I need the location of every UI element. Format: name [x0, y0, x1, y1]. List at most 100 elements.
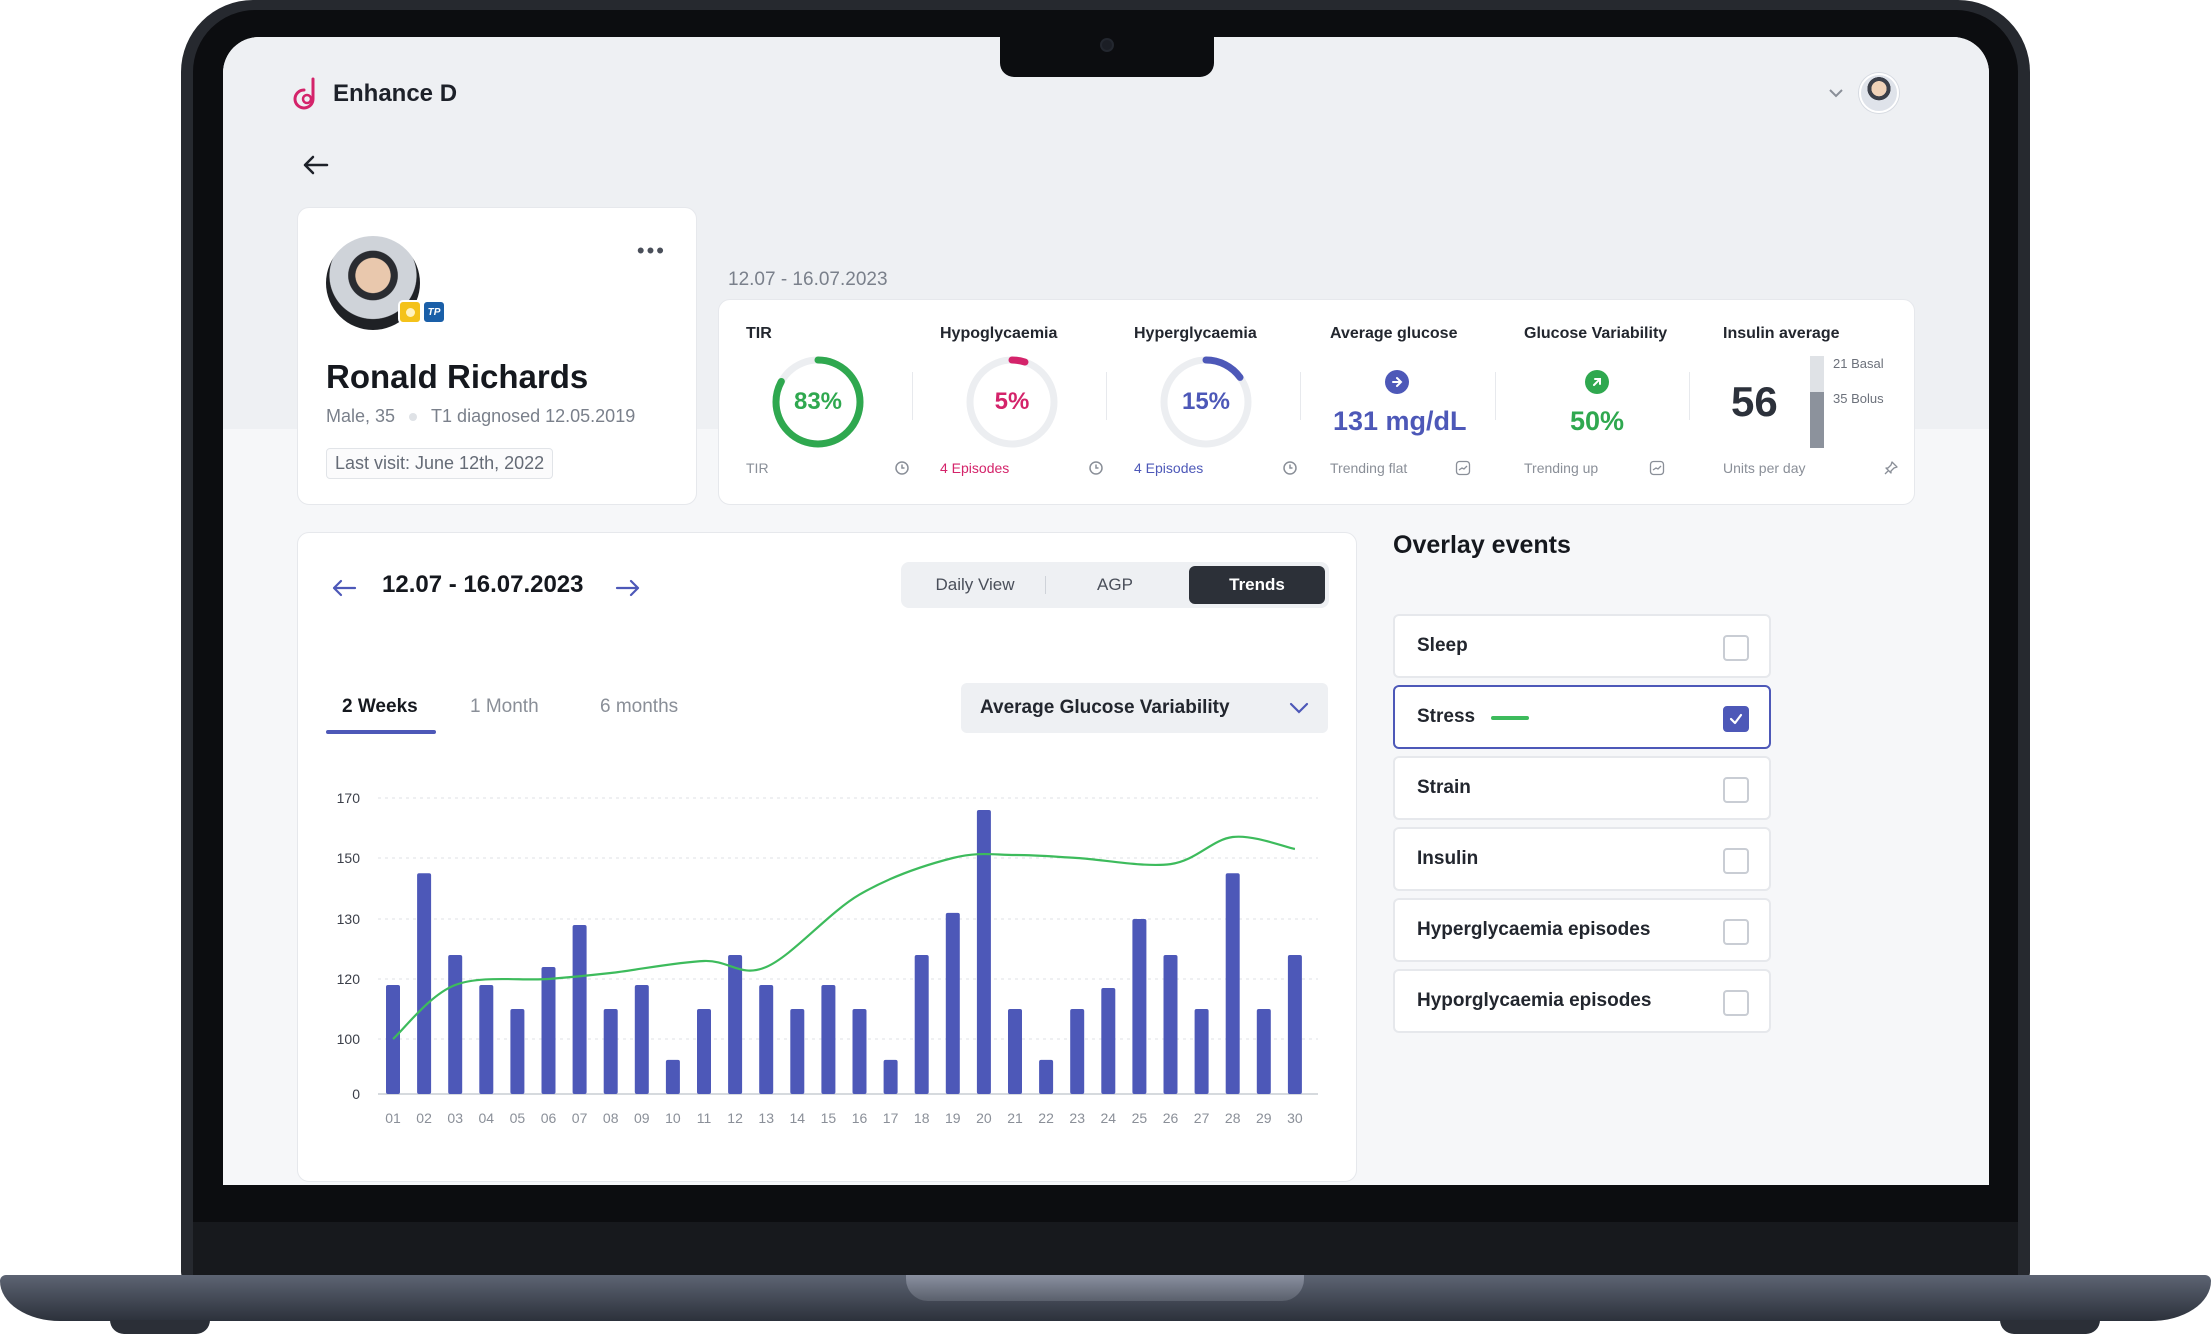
x-tick-label: 05: [510, 1110, 526, 1126]
tir-value: 83%: [793, 388, 843, 415]
stat-var-title: Glucose Variability: [1524, 325, 1668, 342]
bar-day-17: [883, 1059, 898, 1094]
overlay-item-hyperglycaemia-episodes[interactable]: Hyperglycaemia episodes: [1393, 898, 1771, 962]
pin-icon[interactable]: [1883, 460, 1899, 476]
bar-day-30: [1287, 955, 1302, 1094]
x-tick-label: 26: [1163, 1110, 1179, 1126]
overlay-item-strain[interactable]: Strain: [1393, 756, 1771, 820]
trends-chart-card: 12.07 - 16.07.2023 Daily View AGP Trends…: [297, 532, 1357, 1182]
overlay-checkbox[interactable]: [1723, 635, 1749, 661]
y-tick-label: 130: [337, 911, 361, 927]
overlay-checkbox[interactable]: [1723, 848, 1749, 874]
insulin-value: 56: [1731, 378, 1778, 425]
x-tick-label: 03: [447, 1110, 463, 1126]
patient-diagnosis: T1 diagnosed 12.05.2019: [431, 406, 636, 426]
x-tick-label: 13: [758, 1110, 774, 1126]
stat-hyper-title: Hyperglycaemia: [1134, 325, 1257, 342]
check-icon: [1729, 713, 1743, 725]
clock-icon[interactable]: [894, 460, 910, 476]
trend-chart-icon[interactable]: [1649, 460, 1665, 476]
overlay-checkbox[interactable]: [1723, 990, 1749, 1016]
bar-day-18: [914, 955, 929, 1094]
stat-divider: [1300, 372, 1301, 420]
stat-insulin-sub: Units per day: [1723, 460, 1806, 476]
meta-separator: [409, 412, 418, 421]
y-tick-label: 150: [337, 850, 361, 866]
bar-day-08: [603, 1009, 618, 1094]
overlay-item-label: Insulin: [1417, 848, 1479, 869]
patient-sex-age: Male, 35: [326, 406, 396, 426]
stat-divider: [1106, 372, 1107, 420]
overlay-checkbox[interactable]: [1723, 777, 1749, 803]
x-tick-label: 14: [790, 1110, 806, 1126]
x-tick-label: 29: [1256, 1110, 1272, 1126]
overlay-item-label: Strain: [1417, 777, 1471, 798]
bulb-badge-icon: [398, 300, 422, 324]
hypo-value: 5%: [994, 388, 1030, 415]
overlay-item-label: Stress: [1417, 706, 1476, 727]
insulin-basal-label: 21 Basal: [1833, 356, 1884, 371]
overlay-checkbox[interactable]: [1723, 706, 1749, 732]
patient-profile-card: TP ••• Ronald Richards Male, 35 T1 diagn…: [297, 207, 697, 505]
x-tick-label: 25: [1132, 1110, 1148, 1126]
bar-day-27: [1194, 1009, 1209, 1094]
trend-chart-icon[interactable]: [1455, 460, 1471, 476]
bar-day-11: [697, 1009, 711, 1094]
x-tick-label: 17: [883, 1110, 899, 1126]
laptop-foot: [110, 1320, 210, 1334]
x-tick-label: 15: [821, 1110, 837, 1126]
bar-day-06: [541, 967, 556, 1094]
chevron-down-icon[interactable]: [1827, 84, 1845, 102]
stat-hypoglycaemia: Hypoglycaemia 5% 4 Episodes: [940, 300, 1103, 506]
bar-day-19: [945, 912, 960, 1094]
x-tick-label: 18: [914, 1110, 930, 1126]
app-logo[interactable]: Enhance D: [293, 77, 457, 111]
x-tick-label: 16: [852, 1110, 868, 1126]
overlay-item-insulin[interactable]: Insulin: [1393, 827, 1771, 891]
bar-day-14: [790, 1009, 805, 1094]
bar-day-10: [665, 1059, 680, 1094]
app-name: Enhance D: [333, 80, 458, 107]
stress-legend-line: [1491, 716, 1529, 720]
overlay-item-stress[interactable]: Stress: [1393, 685, 1771, 749]
bar-day-25: [1132, 919, 1147, 1094]
bar-day-09: [634, 985, 649, 1094]
logo-mark-icon: [293, 77, 315, 110]
stat-avg-sub: Trending flat: [1330, 460, 1408, 476]
overlay-checkbox[interactable]: [1723, 919, 1749, 945]
stat-divider: [1495, 372, 1496, 420]
x-tick-label: 27: [1194, 1110, 1210, 1126]
stress-trend-line: [392, 835, 1296, 1040]
app-screen: Enhance D TP ••• Ronald Richards Male, 3…: [223, 37, 1989, 1185]
last-visit-badge: Last visit: June 12th, 2022: [326, 448, 554, 479]
clock-icon[interactable]: [1088, 460, 1104, 476]
x-tick-label: 01: [385, 1110, 401, 1126]
avg-glucose-value: 131 mg/dL: [1333, 406, 1467, 436]
x-tick-label: 10: [665, 1110, 681, 1126]
laptop-base-notch: [906, 1275, 1304, 1301]
user-menu[interactable]: [1827, 73, 1899, 113]
summary-stats-card: TIR 83% TIR Hypoglycaemia 5% 4 Episodes …: [718, 299, 1915, 505]
bar-day-20: [976, 810, 991, 1094]
user-avatar[interactable]: [1859, 73, 1899, 113]
stat-avg-title: Average glucose: [1330, 325, 1458, 342]
x-tick-label: 28: [1225, 1110, 1241, 1126]
bar-day-01: [386, 985, 400, 1094]
bar-day-23: [1070, 1009, 1085, 1094]
clock-icon[interactable]: [1282, 460, 1298, 476]
hyper-value: 15%: [1181, 388, 1231, 415]
x-tick-label: 12: [727, 1110, 743, 1126]
x-tick-label: 08: [603, 1110, 619, 1126]
stat-divider: [912, 372, 913, 420]
y-tick-label: 170: [337, 790, 361, 806]
overlay-item-hyporglycaemia-episodes[interactable]: Hyporglycaemia episodes: [1393, 969, 1771, 1033]
overlay-item-label: Sleep: [1417, 635, 1468, 656]
bar-day-03: [448, 955, 463, 1094]
back-arrow-icon[interactable]: [301, 154, 329, 176]
stat-hyper-sub: 4 Episodes: [1134, 460, 1204, 476]
bar-day-28: [1225, 873, 1240, 1094]
bar-day-22: [1039, 1059, 1054, 1094]
more-options-icon[interactable]: •••: [637, 240, 666, 262]
laptop-chin: [193, 1222, 2018, 1282]
overlay-item-sleep[interactable]: Sleep: [1393, 614, 1771, 678]
